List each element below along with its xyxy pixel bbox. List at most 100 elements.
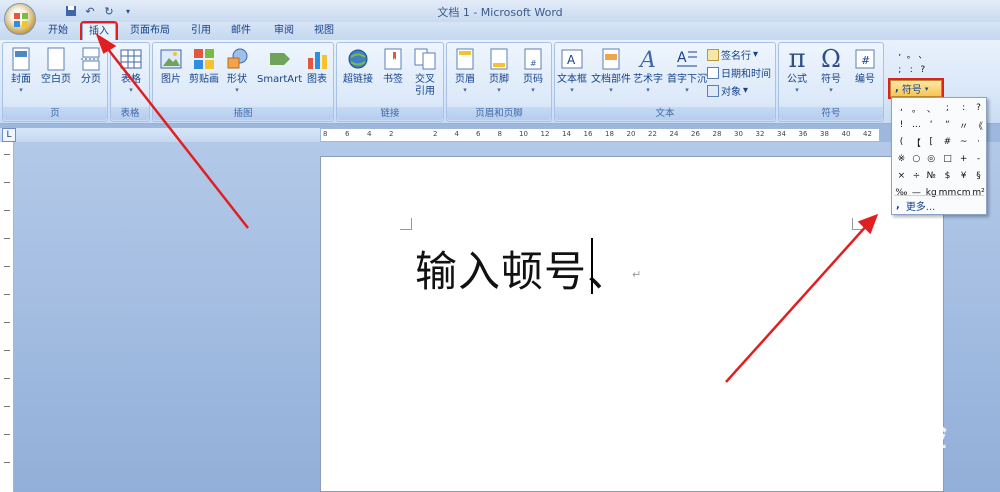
svg-text:#: #	[530, 59, 537, 68]
symbol-cell[interactable]: ×	[894, 168, 909, 184]
vertical-ruler[interactable]	[0, 142, 14, 492]
symbol-cell[interactable]: □	[939, 151, 957, 167]
ruler-tick-label: 10	[519, 130, 528, 138]
chart-button[interactable]: 图表	[305, 46, 329, 86]
ruler-tick-label: 36	[798, 130, 808, 138]
horizontal-ruler[interactable]: 8 6 4 2 2 4 6 8 10 12 14 16 18 20 22 24 26 28 30 32 34 36 38 40…	[320, 128, 880, 142]
tab-selector-button[interactable]: L	[2, 128, 16, 142]
ruler-tick-label: 22	[648, 130, 657, 138]
group-text: A 文本框 ▾ 文档部件 ▾ A 艺术字 ▾ A 首字下沉 ▾ 签名行 ▾ 日期和时间 对…	[554, 42, 776, 122]
numbering-icon: #	[853, 46, 877, 72]
symbol-cell[interactable]: #	[939, 134, 957, 150]
symbol-cell[interactable]: 〃	[956, 117, 971, 133]
bookmark-button[interactable]: 书签	[381, 46, 405, 86]
symbol-cell[interactable]: “	[939, 117, 957, 133]
ruler-tick-label: 8	[323, 130, 328, 138]
mini-symbol[interactable]: ;	[894, 65, 906, 75]
group-label-text: 文本	[555, 107, 775, 120]
picture-button[interactable]: 图片	[159, 46, 183, 86]
ruler-tick	[4, 182, 10, 183]
tab-view[interactable]: 视图	[308, 23, 340, 40]
symbol-cell[interactable]: [	[924, 134, 939, 150]
office-logo-icon	[14, 13, 28, 27]
smartart-button[interactable]: SmartArt	[257, 46, 302, 86]
table-button[interactable]: 表格 ▾	[119, 46, 143, 94]
symbol-cell[interactable]: 。	[909, 100, 924, 116]
symbol-cell[interactable]: cm	[956, 185, 971, 201]
chart-icon	[305, 46, 329, 72]
office-button[interactable]	[4, 3, 36, 35]
date-time-button[interactable]: 日期和时间	[707, 65, 771, 80]
symbol-cell[interactable]: ,	[894, 100, 909, 116]
symbol-cell[interactable]: :	[956, 100, 971, 116]
page-number-button[interactable]: # 页码 ▾	[521, 46, 545, 94]
mini-symbol[interactable]: ,	[894, 48, 906, 61]
symbol-button[interactable]: Ω 符号 ▾	[819, 45, 843, 94]
tab-home[interactable]: 开始	[42, 23, 74, 40]
drop-cap-button[interactable]: A 首字下沉 ▾	[667, 46, 707, 94]
footer-button[interactable]: 页脚 ▾	[487, 46, 511, 94]
tab-page-layout[interactable]: 页面布局	[124, 23, 176, 40]
symbol-cell[interactable]: -	[971, 151, 986, 167]
cover-page-button[interactable]: 封面 ▾	[9, 46, 33, 94]
shapes-button[interactable]: 形状 ▾	[225, 46, 249, 94]
tab-review[interactable]: 审阅	[268, 23, 300, 40]
symbol-cell[interactable]: 【	[909, 134, 924, 150]
object-button[interactable]: 对象 ▾	[707, 83, 748, 98]
symbol-cell[interactable]: +	[956, 151, 971, 167]
ruler-tick	[4, 266, 10, 267]
mini-symbol[interactable]: ?	[917, 65, 929, 75]
symbols-dropdown-button[interactable]: , 符号 ▾	[888, 78, 944, 99]
clip-art-button[interactable]: 剪贴画	[189, 46, 219, 86]
tab-references[interactable]: 引用	[185, 23, 217, 40]
text-box-button[interactable]: A 文本框 ▾	[557, 46, 587, 94]
symbol-cell[interactable]: ~	[956, 134, 971, 150]
symbol-cell[interactable]: !	[894, 117, 909, 133]
symbol-cell[interactable]: m²	[971, 185, 986, 201]
equation-button[interactable]: π 公式 ▾	[785, 44, 809, 94]
page-break-icon	[79, 46, 103, 72]
signature-line-button[interactable]: 签名行 ▾	[707, 47, 758, 62]
ruler-tick-label: 26	[691, 130, 700, 138]
ruler-tick-label: 8	[497, 130, 502, 138]
tab-mailings[interactable]: 邮件	[225, 23, 257, 40]
header-button[interactable]: 页眉 ▾	[453, 46, 477, 94]
symbol-cell[interactable]: (	[894, 134, 909, 150]
symbol-cell[interactable]: №	[924, 168, 939, 184]
symbol-cell[interactable]: ¥	[956, 168, 971, 184]
mini-symbol[interactable]	[929, 65, 941, 75]
symbol-cell[interactable]: ?	[971, 100, 986, 116]
ruler-tick-label: 16	[583, 130, 593, 138]
mini-symbol[interactable]: 、	[917, 48, 929, 61]
symbol-cell[interactable]: ;	[939, 100, 957, 116]
symbol-cell[interactable]: ◎	[924, 151, 939, 167]
document-text[interactable]: 输入顿号、	[415, 238, 630, 299]
group-links: 超链接 书签 交叉 引用 链接	[336, 42, 444, 122]
symbol-cell[interactable]: ‘	[924, 117, 939, 133]
numbering-button[interactable]: # 编号	[853, 46, 877, 86]
symbol-cell[interactable]: mm	[939, 185, 957, 201]
mini-symbol[interactable]	[929, 48, 941, 61]
picture-icon	[159, 46, 183, 72]
symbol-cell[interactable]: ÷	[909, 168, 924, 184]
mini-symbol[interactable]: :	[906, 65, 918, 75]
symbol-cell[interactable]: 、	[924, 100, 939, 116]
symbol-cell[interactable]: ※	[894, 151, 909, 167]
page-break-button[interactable]: 分页	[79, 46, 103, 86]
symbol-cell[interactable]: §	[971, 168, 986, 184]
symbol-cell[interactable]: …	[909, 117, 924, 133]
quick-parts-button[interactable]: 文档部件 ▾	[591, 46, 631, 94]
group-header-footer: 页眉 ▾ 页脚 ▾ # 页码 ▾ 页眉和页脚	[446, 42, 552, 122]
symbol-cell[interactable]: ·	[971, 134, 986, 150]
symbol-cell[interactable]: 《	[971, 117, 986, 133]
mini-symbol[interactable]: 。	[906, 48, 918, 61]
text-box-icon: A	[560, 46, 584, 72]
hyperlink-button[interactable]: 超链接	[343, 46, 373, 86]
symbol-cell[interactable]: ○	[909, 151, 924, 167]
tab-insert[interactable]: 插入	[80, 21, 118, 42]
symbol-cell[interactable]: $	[939, 168, 957, 184]
more-symbols-item[interactable]: , 更多...	[896, 198, 935, 213]
cross-reference-button[interactable]: 交叉 引用	[413, 46, 437, 98]
wordart-button[interactable]: A 艺术字 ▾	[633, 46, 663, 94]
blank-page-button[interactable]: 空白页	[41, 46, 71, 86]
